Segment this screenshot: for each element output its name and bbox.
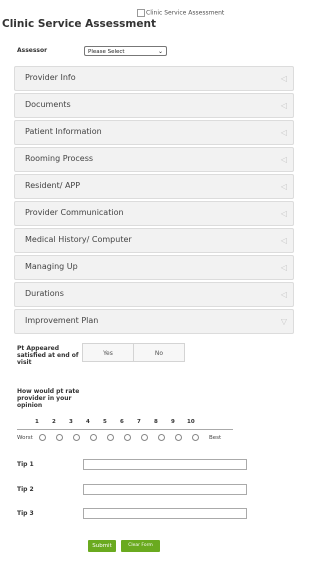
scale-divider xyxy=(17,429,233,430)
scale-number: 8 xyxy=(154,419,158,425)
rating-radio-3[interactable] xyxy=(73,434,80,441)
rating-radio-1[interactable] xyxy=(39,434,46,441)
triangle-left-icon: ◁ xyxy=(280,101,287,110)
rating-radio-4[interactable] xyxy=(90,434,97,441)
triangle-left-icon: ◁ xyxy=(280,236,287,245)
tip-1-input[interactable] xyxy=(83,459,247,470)
triangle-left-icon: ◁ xyxy=(280,290,287,299)
section-resident-app[interactable]: Resident/ APP ◁ xyxy=(14,174,294,199)
section-improvement-plan[interactable]: Improvement Plan ▽ xyxy=(14,309,294,334)
chevron-down-icon: ⌄ xyxy=(157,48,163,55)
scale-number: 10 xyxy=(187,419,195,425)
section-patient-information[interactable]: Patient Information ◁ xyxy=(14,120,294,145)
no-button[interactable]: No xyxy=(133,343,185,362)
logo-image: Clinic Service Assessment xyxy=(137,9,224,17)
scale-number: 9 xyxy=(171,419,175,425)
clear-form-button[interactable]: Clear Form xyxy=(121,540,160,552)
rating-radio-6[interactable] xyxy=(124,434,131,441)
triangle-left-icon: ◁ xyxy=(280,128,287,137)
assessor-label: Assessor xyxy=(17,47,48,54)
rating-radio-2[interactable] xyxy=(56,434,63,441)
scale-number: 1 xyxy=(35,419,39,425)
section-provider-communication[interactable]: Provider Communication ◁ xyxy=(14,201,294,226)
rating-radio-10[interactable] xyxy=(192,434,199,441)
tip-1-label: Tip 1 xyxy=(17,461,34,468)
tip-3-input[interactable] xyxy=(83,508,247,519)
assessor-select[interactable]: Please Select ⌄ xyxy=(84,46,167,56)
scale-high-label: Best xyxy=(209,435,222,441)
scale-number: 6 xyxy=(120,419,124,425)
section-documents[interactable]: Documents ◁ xyxy=(14,93,294,118)
triangle-left-icon: ◁ xyxy=(280,74,287,83)
rating-radio-5[interactable] xyxy=(107,434,114,441)
section-provider-info[interactable]: Provider Info ◁ xyxy=(14,66,294,91)
scale-low-label: Worst xyxy=(17,435,33,441)
rating-radio-7[interactable] xyxy=(141,434,148,441)
yes-button[interactable]: Yes xyxy=(82,343,134,362)
scale-number: 5 xyxy=(103,419,107,425)
triangle-down-icon: ▽ xyxy=(280,317,287,326)
triangle-left-icon: ◁ xyxy=(280,155,287,164)
scale-number: 2 xyxy=(52,419,56,425)
section-medical-history[interactable]: Medical History/ Computer ◁ xyxy=(14,228,294,253)
tip-2-label: Tip 2 xyxy=(17,486,34,493)
satisfied-label: Pt Appeared satisfied at end of visit xyxy=(17,345,79,366)
section-rooming-process[interactable]: Rooming Process ◁ xyxy=(14,147,294,172)
triangle-left-icon: ◁ xyxy=(280,209,287,218)
tip-2-input[interactable] xyxy=(83,484,247,495)
rating-scale: 1 2 3 4 5 6 7 8 9 10 Worst Best xyxy=(17,418,247,448)
section-managing-up[interactable]: Managing Up ◁ xyxy=(14,255,294,280)
submit-button[interactable]: Submit xyxy=(88,540,116,552)
header: Clinic Service Assessment Clinic Service… xyxy=(0,9,310,33)
section-durations[interactable]: Durations ◁ xyxy=(14,282,294,307)
triangle-left-icon: ◁ xyxy=(280,182,287,191)
rating-label: How would pt rate provider in your opini… xyxy=(17,388,80,409)
rating-radio-9[interactable] xyxy=(175,434,182,441)
scale-number: 4 xyxy=(86,419,90,425)
rating-radio-8[interactable] xyxy=(158,434,165,441)
tip-3-label: Tip 3 xyxy=(17,510,34,517)
scale-number: 7 xyxy=(137,419,141,425)
triangle-left-icon: ◁ xyxy=(280,263,287,272)
broken-image-icon xyxy=(137,9,145,17)
page-title: Clinic Service Assessment xyxy=(2,18,156,30)
scale-number: 3 xyxy=(69,419,73,425)
